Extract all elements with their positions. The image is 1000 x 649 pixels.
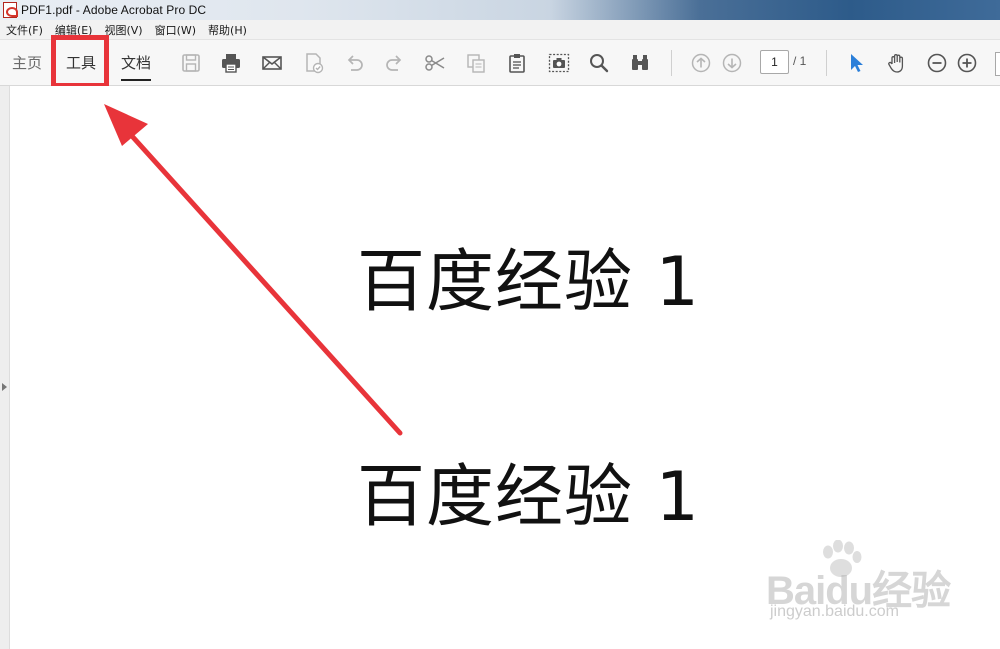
window-title: PDF1.pdf - Adobe Acrobat Pro DC — [21, 3, 207, 17]
save-icon[interactable] — [178, 50, 204, 76]
menu-file[interactable]: 文件(F) — [0, 22, 49, 38]
menu-help[interactable]: 帮助(H) — [202, 22, 253, 38]
page-total: / 1 — [793, 54, 807, 68]
document-text-line-2: 百度经验 1 — [357, 458, 700, 537]
document-text-line-1: 百度经验 1 — [357, 243, 700, 322]
toolbar: 主页 工具 文档 — [0, 40, 1000, 86]
compare-icon[interactable] — [627, 50, 653, 76]
zoom-level-field[interactable] — [995, 52, 1000, 76]
print-icon[interactable] — [218, 50, 244, 76]
redo-icon[interactable] — [382, 50, 408, 76]
watermark-url: jingyan.baidu.com — [770, 603, 899, 620]
snapshot-icon[interactable] — [546, 50, 572, 76]
expand-arrow-icon — [2, 383, 7, 391]
zoom-out-icon[interactable] — [924, 50, 950, 76]
select-arrow-icon[interactable] — [843, 50, 869, 76]
sign-document-icon[interactable] — [301, 50, 327, 76]
toolbar-separator — [671, 50, 672, 76]
toolbar-separator — [826, 50, 827, 76]
page-down-icon[interactable] — [719, 50, 745, 76]
baidu-watermark: Baidu经验 jingyan.baidu.com — [760, 540, 960, 630]
search-icon[interactable] — [586, 50, 612, 76]
tab-document[interactable]: 文档 — [121, 52, 152, 81]
tools-highlight-box — [51, 35, 109, 88]
undo-icon[interactable] — [341, 50, 367, 76]
zoom-in-icon[interactable] — [954, 50, 980, 76]
hand-icon[interactable] — [884, 50, 910, 76]
pdf-file-icon — [3, 2, 18, 18]
cut-icon[interactable] — [422, 50, 448, 76]
left-panel-toggle[interactable] — [0, 86, 10, 649]
tab-home[interactable]: 主页 — [12, 52, 42, 73]
menu-window[interactable]: 窗口(W) — [149, 22, 202, 38]
page-up-icon[interactable] — [688, 50, 714, 76]
copy-icon[interactable] — [463, 50, 489, 76]
paste-icon[interactable] — [504, 50, 530, 76]
title-bar: PDF1.pdf - Adobe Acrobat Pro DC — [0, 0, 1000, 20]
email-icon[interactable] — [259, 50, 285, 76]
menu-bar: 文件(F) 编辑(E) 视图(V) 窗口(W) 帮助(H) — [0, 20, 1000, 40]
page-number-input[interactable]: 1 — [760, 50, 789, 74]
